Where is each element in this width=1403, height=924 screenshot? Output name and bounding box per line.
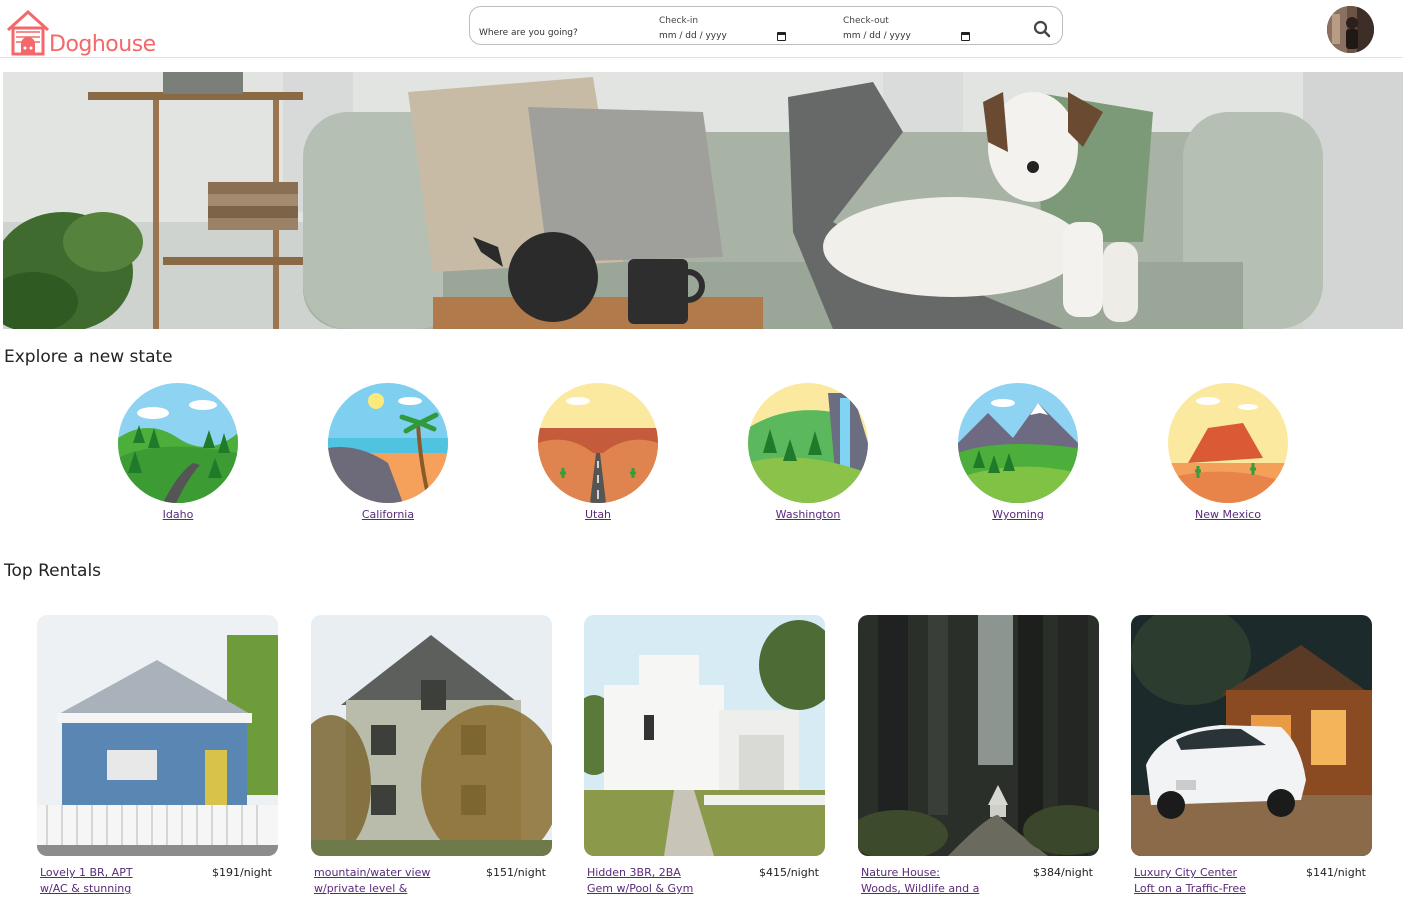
rental-card[interactable]: Lovely 1 BR, APT w/AC & stunning $191/ni… (37, 615, 278, 905)
search-icon[interactable] (1033, 20, 1051, 38)
state-card[interactable]: Idaho (113, 383, 243, 521)
rental-photo[interactable] (37, 615, 278, 856)
rental-photo[interactable] (584, 615, 825, 856)
rental-card[interactable]: Luxury City Center Loft on a Traffic-Fre… (1131, 615, 1372, 905)
rental-price: $141/night (1306, 866, 1366, 879)
state-link[interactable]: Utah (533, 508, 663, 521)
rental-card[interactable]: mountain/water view w/private level & $1… (311, 615, 552, 905)
rental-name-link[interactable]: Nature House: Woods, Wildlife and a (861, 865, 981, 897)
states-row: Idaho California Utah Washington Wyoming… (0, 383, 1403, 528)
checkin-value: mm / dd / yyyy (659, 31, 727, 41)
state-illustration (328, 383, 448, 503)
logo[interactable]: Doghouse (5, 6, 156, 58)
doghouse-logo-icon (5, 8, 50, 58)
state-card[interactable]: New Mexico (1163, 383, 1293, 521)
checkin-field[interactable]: Check-in mm / dd / yyyy (659, 16, 789, 44)
checkout-value: mm / dd / yyyy (843, 31, 911, 41)
state-link[interactable]: New Mexico (1163, 508, 1293, 521)
calendar-icon[interactable] (776, 31, 786, 41)
user-avatar[interactable] (1327, 6, 1374, 53)
rental-price: $191/night (212, 866, 272, 879)
rentals-section-title: Top Rentals (4, 561, 102, 581)
state-illustration (1168, 383, 1288, 503)
state-card[interactable]: Utah (533, 383, 663, 521)
rental-photo[interactable] (311, 615, 552, 856)
state-illustration (118, 383, 238, 503)
rentals-row: Lovely 1 BR, APT w/AC & stunning $191/ni… (0, 615, 1403, 924)
logo-text: Doghouse (49, 32, 156, 57)
state-illustration (958, 383, 1078, 503)
checkout-field[interactable]: Check-out mm / dd / yyyy (843, 16, 973, 44)
top-header: Doghouse Check-in mm / dd / yyyy Check-o… (0, 0, 1403, 58)
explore-section-title: Explore a new state (4, 347, 173, 367)
calendar-icon[interactable] (960, 31, 970, 41)
rental-name-link[interactable]: Luxury City Center Loft on a Traffic-Fre… (1134, 865, 1254, 897)
search-bar: Check-in mm / dd / yyyy Check-out mm / d… (469, 6, 1063, 45)
state-card[interactable]: Wyoming (953, 383, 1083, 521)
rental-price: $384/night (1033, 866, 1093, 879)
rental-price: $151/night (486, 866, 546, 879)
state-illustration (748, 383, 868, 503)
state-card[interactable]: Washington (743, 383, 873, 521)
rental-name-link[interactable]: mountain/water view w/private level & (314, 865, 434, 897)
hero-image (3, 72, 1403, 329)
state-link[interactable]: Washington (743, 508, 873, 521)
checkin-label: Check-in (659, 16, 699, 26)
rental-card[interactable]: Nature House: Woods, Wildlife and a $384… (858, 615, 1099, 905)
rental-card[interactable]: Hidden 3BR, 2BA Gem w/Pool & Gym $415/ni… (584, 615, 825, 905)
state-link[interactable]: California (323, 508, 453, 521)
state-card[interactable]: California (323, 383, 453, 521)
checkout-label: Check-out (843, 16, 889, 26)
state-illustration (538, 383, 658, 503)
rental-name-link[interactable]: Hidden 3BR, 2BA Gem w/Pool & Gym (587, 865, 707, 897)
rental-photo[interactable] (1131, 615, 1372, 856)
state-link[interactable]: Idaho (113, 508, 243, 521)
rental-price: $415/night (759, 866, 819, 879)
state-link[interactable]: Wyoming (953, 508, 1083, 521)
rental-photo[interactable] (858, 615, 1099, 856)
rental-name-link[interactable]: Lovely 1 BR, APT w/AC & stunning (40, 865, 160, 897)
destination-input[interactable] (479, 28, 649, 38)
